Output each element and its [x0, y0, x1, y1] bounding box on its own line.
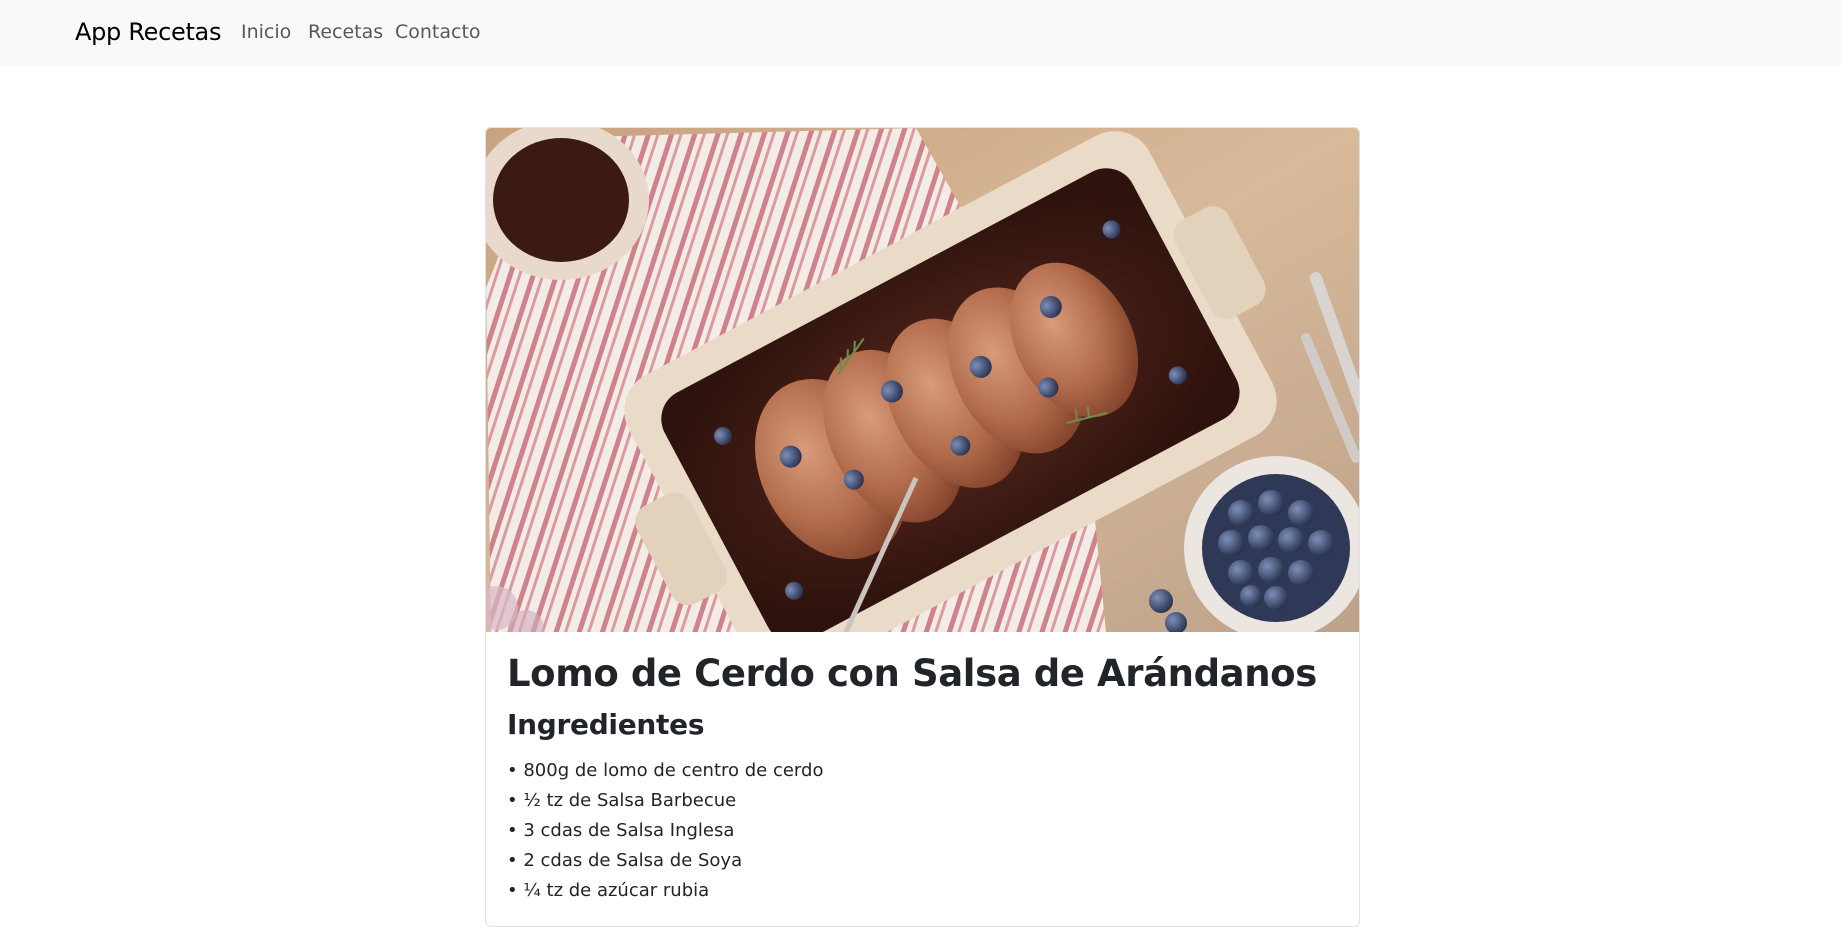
- recipe-card: Lomo de Cerdo con Salsa de Arándanos Ing…: [485, 127, 1360, 927]
- ingredient-item: • ½ tz de Salsa Barbecue: [507, 789, 737, 811]
- recipe-card-body: Lomo de Cerdo con Salsa de Arándanos Ing…: [507, 652, 1337, 906]
- nav-link-contacto[interactable]: Contacto: [395, 21, 481, 43]
- brand-link[interactable]: App Recetas: [75, 18, 221, 46]
- nav-link-inicio[interactable]: Inicio: [241, 21, 291, 43]
- nav-link-recetas[interactable]: Recetas: [308, 21, 383, 43]
- recipe-title: Lomo de Cerdo con Salsa de Arándanos: [507, 652, 1317, 695]
- navbar: App Recetas Inicio Recetas Contacto: [0, 0, 1842, 66]
- recipe-image: [486, 128, 1359, 632]
- ingredient-item: • 800g de lomo de centro de cerdo: [507, 759, 824, 781]
- ingredients-heading: Ingredientes: [507, 708, 705, 742]
- ingredient-item: • 2 cdas de Salsa de Soya: [507, 849, 743, 871]
- ingredients-list: • 800g de lomo de centro de cerdo • ½ tz…: [507, 756, 1337, 906]
- ingredient-item: • 3 cdas de Salsa Inglesa: [507, 819, 735, 841]
- ingredient-item: • ¼ tz de azúcar rubia: [507, 879, 710, 901]
